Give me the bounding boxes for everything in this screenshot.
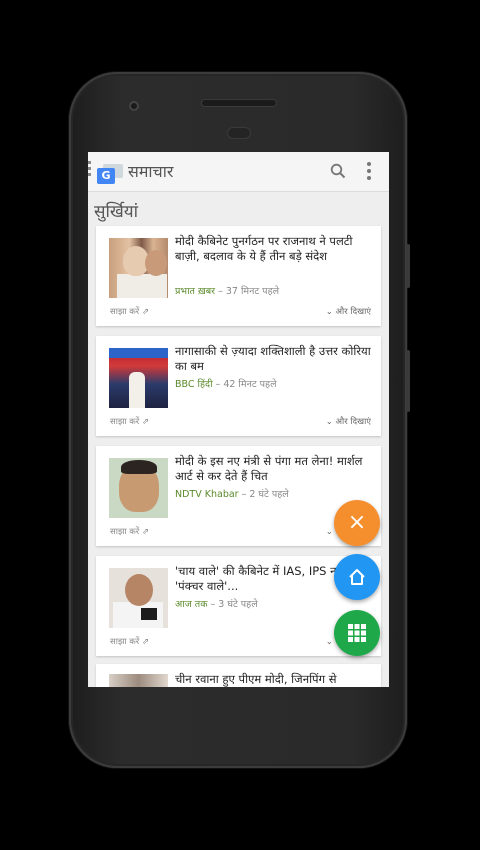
close-icon: × [347,510,367,535]
app-title: समाचार [128,162,174,181]
news-card[interactable]: नागासाकी से ज़्यादा शक्तिशाली है उत्तर क… [96,336,381,436]
news-thumbnail[interactable] [109,348,168,408]
news-card[interactable]: मोदी कैबिनेट पुनर्गठन पर राजनाथ ने पलटी … [96,226,381,326]
news-time: – 37 मिनट पहले [215,286,280,297]
show-more-button[interactable]: ⌄ और दिखाएं [326,416,371,427]
news-headline[interactable]: नागासाकी से ज़्यादा शक्तिशाली है उत्तर क… [175,344,377,374]
home-fab-button[interactable] [334,554,380,600]
app-screen: G समाचार सुर्खियां मोदी कैबिनेट पुनर्गठन… [88,152,389,687]
apps-grid-fab-button[interactable] [334,610,380,656]
news-headline[interactable]: मोदी कैबिनेट पुनर्गठन पर राजनाथ ने पलटी … [175,234,377,264]
home-icon [349,569,365,585]
share-button[interactable]: साझा करें ⇗ [110,636,149,647]
google-news-logo-icon: G [97,164,123,184]
news-thumbnail[interactable] [109,458,168,518]
news-thumbnail[interactable] [109,568,168,628]
logo-letter: G [97,168,115,184]
search-icon[interactable] [330,163,346,179]
news-source[interactable]: आज तक [175,599,208,610]
news-time: – 3 घंटे पहले [207,599,258,610]
proximity-sensor [228,128,250,138]
news-card[interactable]: चीन रवाना हुए पीएम मोदी, जिनपिंग से [96,664,381,687]
share-button[interactable]: साझा करें ⇗ [110,306,149,317]
close-fab-button[interactable]: × [334,500,380,546]
app-bar: G समाचार [88,152,389,192]
news-source[interactable]: प्रभात ख़बर [175,286,215,297]
drawer-handle-icon[interactable] [88,161,92,181]
earpiece-speaker [202,100,276,106]
news-meta: आज तक – 3 घंटे पहले [175,597,258,610]
news-time: – 42 मिनट पहले [212,379,277,390]
news-headline[interactable]: मोदी के इस नए मंत्री से पंगा मत लेना! मा… [175,454,377,484]
news-meta: BBC हिंदी – 42 मिनट पहले [175,377,277,390]
news-thumbnail[interactable] [109,674,168,687]
front-camera [129,101,139,111]
news-source[interactable]: BBC हिंदी [175,379,213,390]
news-meta: NDTV Khabar – 2 घंटे पहले [175,487,289,500]
share-button[interactable]: साझा करें ⇗ [110,526,149,537]
show-more-button[interactable]: ⌄ और दिखाएं [326,306,371,317]
grid-icon [348,624,366,642]
power-button [406,244,410,288]
share-button[interactable]: साझा करें ⇗ [110,416,149,427]
section-title: सुर्खियां [94,202,139,222]
overflow-menu-icon[interactable] [367,162,371,182]
news-source[interactable]: NDTV Khabar [175,489,239,500]
news-thumbnail[interactable] [109,238,168,298]
news-meta: प्रभात ख़बर – 37 मिनट पहले [175,284,279,297]
news-headline[interactable]: चीन रवाना हुए पीएम मोदी, जिनपिंग से [175,672,377,687]
volume-button [406,350,410,412]
news-time: – 2 घंटे पहले [238,489,289,500]
